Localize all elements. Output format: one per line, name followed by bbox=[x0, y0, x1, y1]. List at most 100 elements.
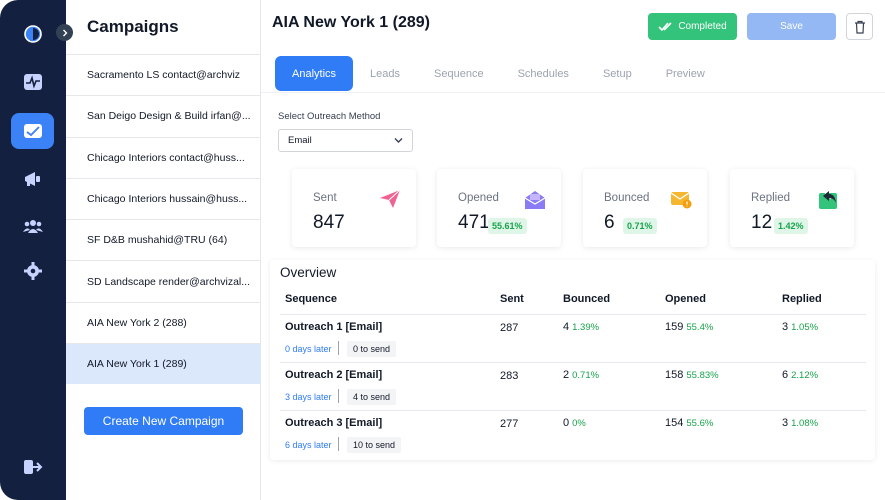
column-header-sequence: Sequence bbox=[285, 293, 337, 305]
replied-value: 3 bbox=[782, 321, 789, 333]
sequence-name[interactable]: Outreach 3 [Email] bbox=[285, 417, 382, 429]
sequence-name[interactable]: Outreach 1 [Email] bbox=[285, 321, 382, 333]
bounced-value: 4 bbox=[563, 321, 570, 333]
campaign-item[interactable]: Sacramento LS contact@archviz bbox=[66, 54, 261, 95]
open-envelope-icon bbox=[524, 191, 546, 209]
stat-value: 471 bbox=[458, 212, 490, 233]
bounced-value: 2 bbox=[563, 369, 570, 381]
separator bbox=[338, 341, 339, 355]
campaign-item[interactable]: AIA New York 2 (288) bbox=[66, 301, 261, 343]
bounced-cell: 2 0.71% bbox=[563, 369, 599, 381]
replied-cell: 3 1.05% bbox=[782, 321, 818, 333]
opened-percent: 55.4% bbox=[686, 322, 714, 333]
stat-percent-badge: 1.42% bbox=[774, 218, 808, 234]
sent-value: 283 bbox=[500, 370, 519, 382]
replied-percent: 1.08% bbox=[791, 418, 819, 429]
tab-leads[interactable]: Leads bbox=[353, 56, 417, 91]
bounced-mail-icon bbox=[670, 192, 692, 209]
tab-schedules[interactable]: Schedules bbox=[501, 56, 586, 91]
sequence-name[interactable]: Outreach 2 [Email] bbox=[285, 369, 382, 381]
tab-preview[interactable]: Preview bbox=[649, 56, 722, 91]
completed-label: Completed bbox=[678, 21, 727, 32]
delay-label: 0 days later bbox=[285, 344, 332, 354]
stat-value: 12 bbox=[751, 212, 773, 233]
replied-percent: 1.05% bbox=[791, 322, 819, 333]
outreach-method-select[interactable]: Email bbox=[278, 129, 413, 152]
stat-label: Sent bbox=[313, 192, 337, 204]
opened-cell: 158 55.83% bbox=[665, 369, 719, 381]
opened-value: 159 bbox=[665, 321, 684, 333]
bounced-percent: 0% bbox=[572, 418, 586, 429]
stat-percent-badge: 55.61% bbox=[488, 218, 527, 234]
collapse-sidebar-button[interactable] bbox=[56, 24, 73, 41]
delay-label: 3 days later bbox=[285, 392, 332, 402]
campaign-item[interactable]: Chicago Interiors hussain@huss... bbox=[66, 177, 261, 219]
campaigns-mail-icon[interactable] bbox=[11, 113, 54, 149]
column-header-sent: Sent bbox=[500, 293, 524, 305]
row-divider bbox=[280, 362, 866, 363]
overview-title: Overview bbox=[280, 265, 337, 280]
opened-value: 158 bbox=[665, 369, 684, 381]
stat-card-bounced: Bounced 6 0.71% bbox=[583, 169, 707, 247]
create-new-campaign-button[interactable]: Create New Campaign bbox=[84, 407, 243, 435]
opened-percent: 55.6% bbox=[686, 418, 714, 429]
replied-percent: 2.12% bbox=[791, 370, 819, 381]
opened-cell: 154 55.6% bbox=[665, 417, 713, 429]
delete-button[interactable] bbox=[846, 13, 873, 40]
bounced-percent: 1.39% bbox=[572, 322, 600, 333]
reply-icon bbox=[819, 191, 837, 209]
sent-value: 277 bbox=[500, 418, 519, 430]
opened-cell: 159 55.4% bbox=[665, 321, 713, 333]
overview-table: Overview Sequence Sent Bounced Opened Re… bbox=[270, 260, 875, 460]
sent-value: 287 bbox=[500, 322, 519, 334]
logo-icon[interactable] bbox=[11, 16, 54, 52]
campaign-list: Sacramento LS contact@archviz San Deigo … bbox=[66, 54, 261, 385]
to-send-badge: 0 to send bbox=[347, 341, 397, 357]
double-check-icon bbox=[658, 21, 672, 31]
separator bbox=[338, 389, 339, 403]
opened-value: 154 bbox=[665, 417, 684, 429]
row-divider bbox=[280, 314, 866, 315]
column-header-replied: Replied bbox=[782, 293, 822, 305]
campaign-item[interactable]: Chicago Interiors contact@huss... bbox=[66, 136, 261, 178]
chevron-down-icon bbox=[394, 138, 403, 143]
bounced-percent: 0.71% bbox=[572, 370, 600, 381]
separator bbox=[338, 437, 339, 451]
stat-label: Opened bbox=[458, 192, 499, 204]
stat-label: Bounced bbox=[604, 192, 650, 204]
activity-icon[interactable] bbox=[11, 64, 54, 100]
tab-bar: Analytics Leads Sequence Schedules Setup… bbox=[275, 56, 722, 91]
save-button[interactable]: Save bbox=[747, 13, 836, 40]
campaign-item-selected[interactable]: AIA New York 1 (289) bbox=[66, 343, 261, 385]
replied-value: 3 bbox=[782, 417, 789, 429]
megaphone-icon[interactable] bbox=[11, 161, 54, 197]
outreach-method-label: Select Outreach Method bbox=[278, 111, 381, 122]
chevron-right-icon bbox=[62, 29, 67, 36]
delay-label: 6 days later bbox=[285, 440, 332, 450]
main-panel: AIA New York 1 (289) Completed Save Anal… bbox=[261, 0, 885, 500]
replied-cell: 6 2.12% bbox=[782, 369, 818, 381]
bounced-cell: 0 0% bbox=[563, 417, 586, 429]
users-icon[interactable] bbox=[11, 208, 54, 244]
tabs-divider bbox=[261, 92, 885, 93]
campaign-item[interactable]: SD Landscape render@archvizal... bbox=[66, 260, 261, 301]
stat-label: Replied bbox=[751, 192, 790, 204]
stat-value: 6 bbox=[604, 212, 615, 233]
replied-value: 6 bbox=[782, 369, 789, 381]
completed-button[interactable]: Completed bbox=[648, 13, 737, 40]
campaign-item[interactable]: SF D&B mushahid@TRU (64) bbox=[66, 219, 261, 260]
stat-card-opened: Opened 471 55.61% bbox=[437, 169, 561, 247]
tab-setup[interactable]: Setup bbox=[586, 56, 649, 91]
campaign-item[interactable]: San Deigo Design & Build irfan@... bbox=[66, 95, 261, 136]
settings-gear-icon[interactable] bbox=[11, 253, 54, 289]
campaigns-title: Campaigns bbox=[87, 17, 179, 36]
tab-analytics[interactable]: Analytics bbox=[275, 56, 354, 91]
stat-card-sent: Sent 847 bbox=[292, 169, 416, 247]
campaign-title: AIA New York 1 (289) bbox=[272, 14, 430, 31]
trash-icon bbox=[854, 20, 865, 34]
replied-cell: 3 1.08% bbox=[782, 417, 818, 429]
tab-sequence[interactable]: Sequence bbox=[417, 56, 501, 91]
campaigns-panel: Campaigns Sacramento LS contact@archviz … bbox=[66, 0, 261, 500]
logout-icon[interactable] bbox=[11, 449, 54, 485]
stat-percent-badge: 0.71% bbox=[623, 218, 657, 234]
